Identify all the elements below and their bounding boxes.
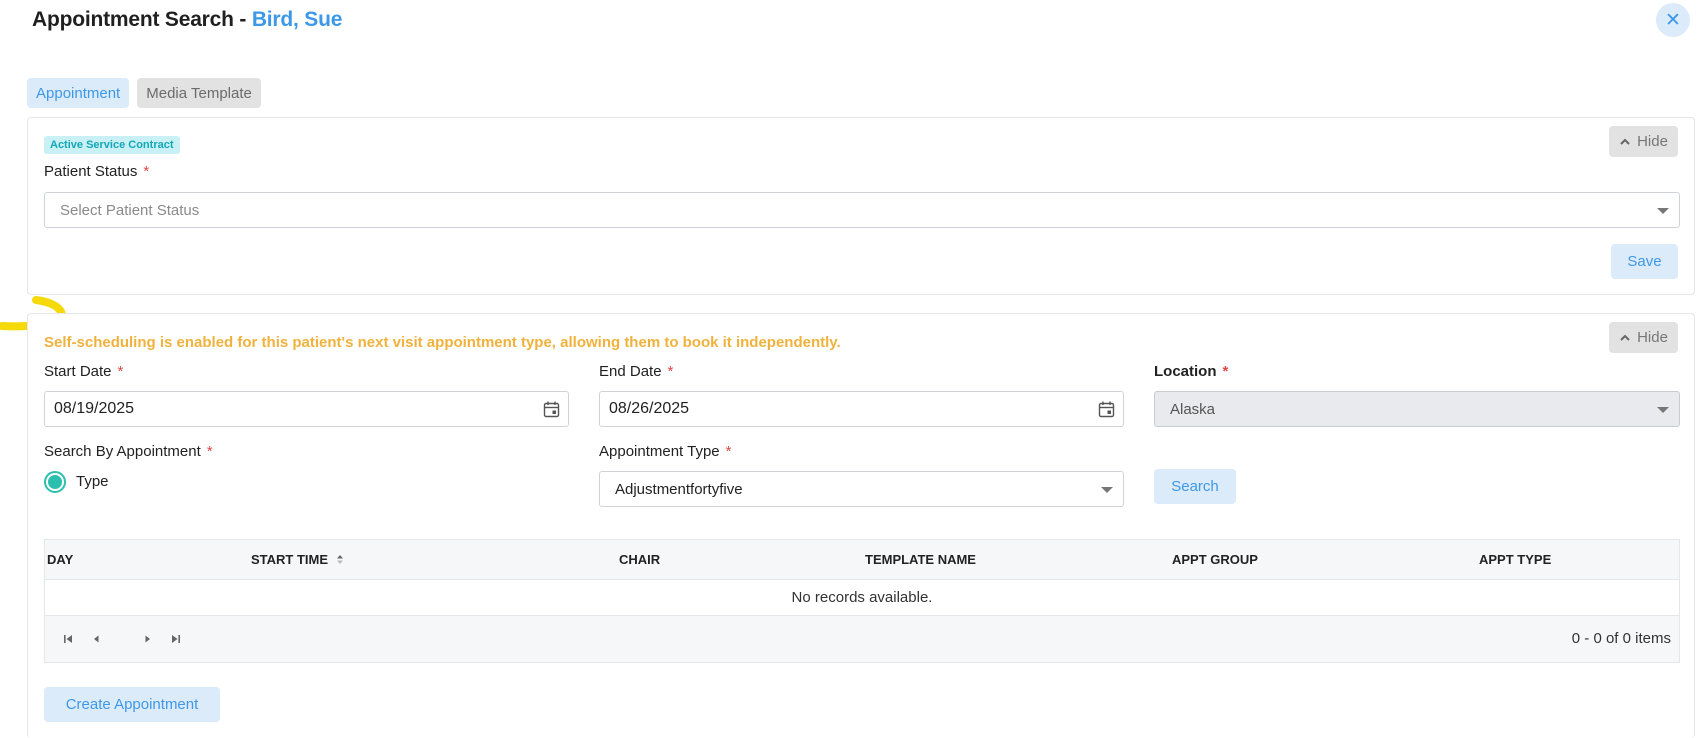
end-date-label: End Date * bbox=[599, 363, 673, 380]
type-radio-label[interactable]: Type bbox=[76, 473, 109, 490]
grid-pager: 0 - 0 of 0 items bbox=[45, 616, 1679, 662]
last-page-icon[interactable] bbox=[169, 632, 183, 646]
appointment-type-value: Adjustmentfortyfive bbox=[615, 480, 743, 498]
tab-appointment[interactable]: Appointment bbox=[27, 78, 130, 108]
tab-bar: Appointment Media Template bbox=[27, 78, 261, 108]
save-button[interactable]: Save bbox=[1611, 244, 1678, 279]
location-select[interactable]: Alaska bbox=[1154, 391, 1680, 427]
next-page-icon[interactable] bbox=[141, 632, 155, 646]
appointment-type-label: Appointment Type * bbox=[599, 443, 731, 460]
hide-label: Hide bbox=[1637, 133, 1668, 150]
required-mark: * bbox=[143, 163, 150, 180]
search-button[interactable]: Search bbox=[1154, 469, 1236, 504]
dropdown-caret-icon bbox=[1657, 407, 1669, 413]
hide-search-panel-button[interactable]: Hide bbox=[1609, 322, 1678, 353]
column-appt-type[interactable]: APPT TYPE bbox=[1479, 552, 1551, 567]
calendar-icon[interactable] bbox=[543, 401, 560, 423]
dropdown-caret-icon bbox=[1101, 487, 1113, 493]
hide-contract-panel-button[interactable]: Hide bbox=[1609, 126, 1678, 157]
calendar-icon[interactable] bbox=[1098, 401, 1115, 423]
tab-media-template[interactable]: Media Template bbox=[137, 78, 261, 108]
end-date-label-text: End Date bbox=[599, 363, 662, 380]
start-date-label-text: Start Date bbox=[44, 363, 112, 380]
patient-status-select[interactable]: Select Patient Status bbox=[44, 192, 1680, 228]
patient-status-label: Patient Status * bbox=[44, 163, 149, 180]
column-day[interactable]: DAY bbox=[47, 552, 73, 567]
pager-info: 0 - 0 of 0 items bbox=[1571, 630, 1671, 647]
grid-header: DAY START TIME CHAIR TEMPLATE NAME APPT … bbox=[45, 540, 1679, 580]
radio-selected-dot bbox=[48, 475, 62, 489]
appointment-search-panel: Hide Self-scheduling is enabled for this… bbox=[27, 313, 1695, 738]
end-date-value: 08/26/2025 bbox=[609, 400, 690, 417]
start-date-input[interactable]: 08/19/2025 bbox=[44, 391, 569, 427]
search-by-label-text: Search By Appointment bbox=[44, 443, 201, 460]
active-service-contract-badge: Active Service Contract bbox=[44, 136, 180, 154]
close-icon: ✕ bbox=[1665, 9, 1681, 31]
required-mark: * bbox=[1222, 363, 1229, 380]
dropdown-caret-icon bbox=[1657, 208, 1669, 214]
patient-status-label-text: Patient Status bbox=[44, 163, 138, 180]
chevron-up-icon bbox=[1619, 332, 1631, 344]
type-radio[interactable] bbox=[44, 471, 66, 493]
start-date-label: Start Date * bbox=[44, 363, 123, 380]
create-appointment-button[interactable]: Create Appointment bbox=[44, 687, 220, 722]
patient-status-placeholder: Select Patient Status bbox=[60, 201, 200, 219]
patient-name: Bird, Sue bbox=[251, 8, 343, 31]
sort-icon bbox=[336, 555, 343, 564]
chevron-up-icon bbox=[1619, 136, 1631, 148]
page-title: Appointment Search - Bird, Sue bbox=[32, 8, 342, 32]
close-button[interactable]: ✕ bbox=[1656, 3, 1690, 37]
appointment-results-grid: DAY START TIME CHAIR TEMPLATE NAME APPT … bbox=[44, 539, 1680, 663]
end-date-input[interactable]: 08/26/2025 bbox=[599, 391, 1124, 427]
column-template-name[interactable]: TEMPLATE NAME bbox=[865, 552, 976, 567]
location-label: Location * bbox=[1154, 363, 1228, 380]
location-label-text: Location bbox=[1154, 363, 1217, 380]
previous-page-icon[interactable] bbox=[89, 632, 103, 646]
hide-label: Hide bbox=[1637, 329, 1668, 346]
appointment-type-select[interactable]: Adjustmentfortyfive bbox=[599, 471, 1124, 507]
required-mark: * bbox=[725, 443, 732, 460]
first-page-icon[interactable] bbox=[61, 632, 75, 646]
start-date-value: 08/19/2025 bbox=[54, 400, 135, 417]
appointment-type-label-text: Appointment Type bbox=[599, 443, 720, 460]
page-title-text: Appointment Search - bbox=[32, 8, 247, 31]
required-mark: * bbox=[667, 363, 674, 380]
column-start-time[interactable]: START TIME bbox=[251, 552, 344, 567]
required-mark: * bbox=[206, 443, 213, 460]
column-chair[interactable]: CHAIR bbox=[619, 552, 660, 567]
search-by-appointment-label: Search By Appointment * bbox=[44, 443, 213, 460]
no-records-message: No records available. bbox=[45, 580, 1679, 616]
location-value: Alaska bbox=[1170, 400, 1216, 418]
patient-status-panel: Active Service Contract Hide Patient Sta… bbox=[27, 117, 1695, 295]
required-mark: * bbox=[117, 363, 124, 380]
column-start-time-label: START TIME bbox=[251, 552, 329, 567]
self-scheduling-notice: Self-scheduling is enabled for this pati… bbox=[44, 334, 841, 351]
column-appt-group[interactable]: APPT GROUP bbox=[1172, 552, 1258, 567]
